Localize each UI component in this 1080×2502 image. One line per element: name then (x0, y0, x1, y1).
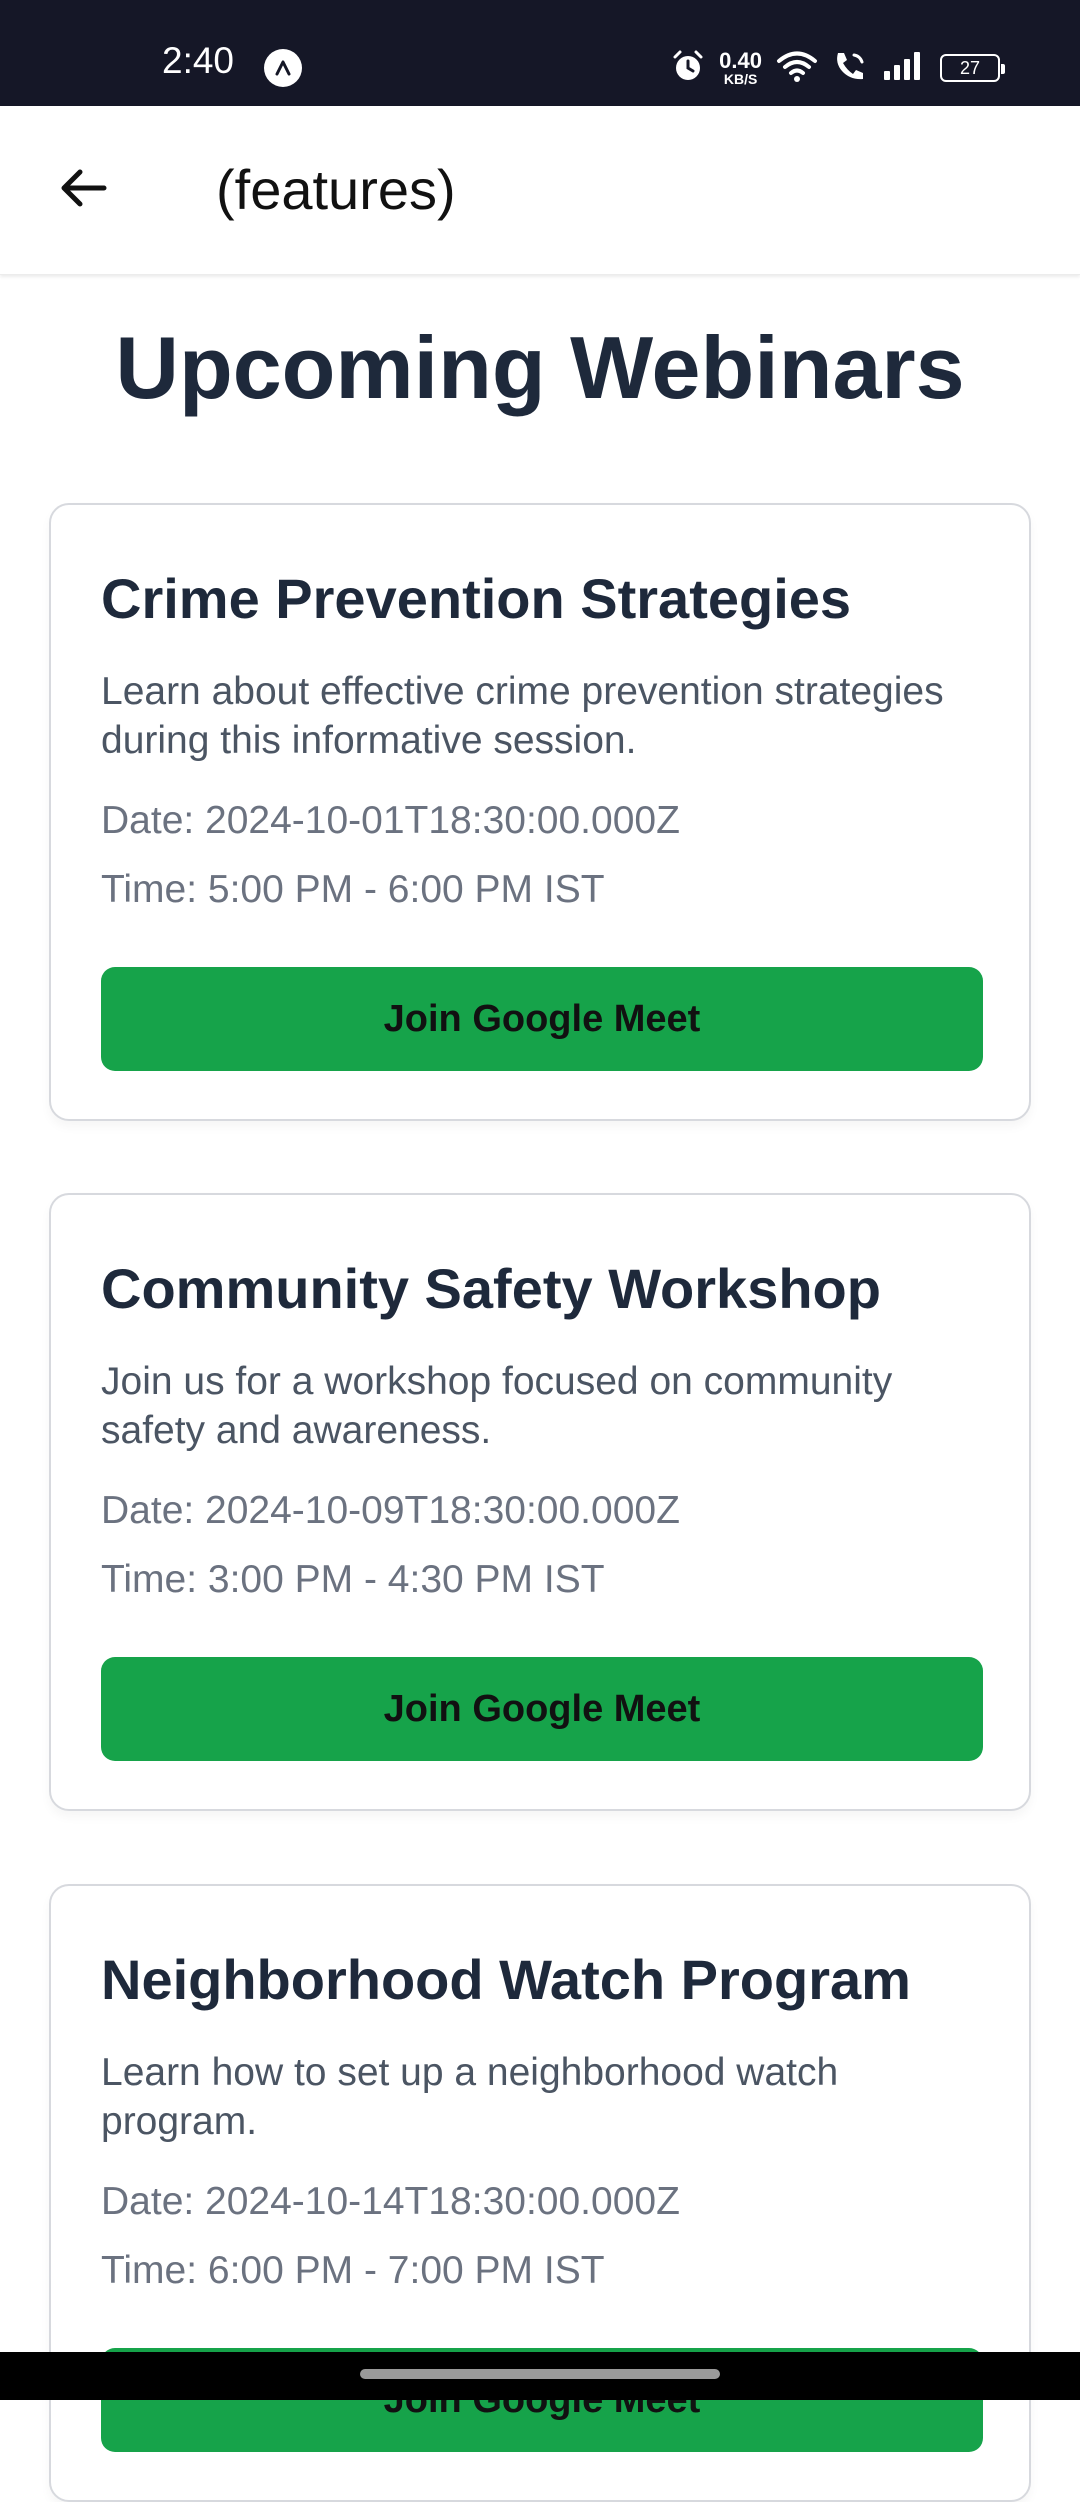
webinar-time: Time: 5:00 PM - 6:00 PM IST (101, 868, 605, 911)
webinar-description: Learn how to set up a neighborhood watch… (101, 2051, 839, 2143)
join-google-meet-button[interactable]: Join Google Meet (101, 1657, 983, 1761)
network-speed: 0.40 KB/S (719, 48, 762, 87)
webinar-date: Date: 2024-10-01T18:30:00.000Z (101, 799, 680, 842)
header-title: (features) (216, 158, 456, 221)
webinar-title: Community Safety Workshop (101, 1257, 881, 1320)
network-speed-value: 0.40 (719, 48, 762, 73)
webinar-date: Date: 2024-10-14T18:30:00.000Z (101, 2180, 680, 2223)
webinar-card: Neighborhood Watch Program Learn how to … (49, 1884, 1031, 2502)
wifi-call-icon (832, 49, 868, 88)
app-header: (features) (0, 106, 1080, 275)
join-google-meet-button[interactable]: Join Google Meet (101, 967, 983, 1071)
battery-level: 27 (959, 57, 981, 78)
webinar-description: Join us for a workshop focused on commun… (101, 1360, 893, 1452)
webinar-title: Neighborhood Watch Program (101, 1948, 911, 2011)
status-icons: 0.40 KB/S 27 (671, 46, 1005, 90)
battery-icon: 27 (940, 54, 1005, 82)
webinar-date: Date: 2024-10-09T18:30:00.000Z (101, 1489, 680, 1532)
alarm-icon (671, 49, 705, 88)
page-title: Upcoming Webinars (115, 318, 965, 417)
system-nav-bar (0, 2352, 1080, 2400)
back-button[interactable] (44, 150, 124, 230)
home-indicator[interactable] (360, 2369, 720, 2379)
webinar-card: Crime Prevention Strategies Learn about … (49, 503, 1031, 1121)
signal-icon (882, 51, 926, 86)
webinar-description: Learn about effective crime prevention s… (101, 670, 944, 762)
status-time: 2:40 (162, 40, 235, 81)
webinar-time: Time: 3:00 PM - 4:30 PM IST (101, 1558, 605, 1601)
wifi-icon (776, 49, 818, 88)
webinar-card: Community Safety Workshop Join us for a … (49, 1193, 1031, 1811)
app-logo-icon (264, 49, 302, 87)
network-speed-unit: KB/S (723, 71, 758, 87)
status-bar: 2:40 0.40 KB/S 27 (0, 0, 1080, 106)
webinar-time: Time: 6:00 PM - 7:00 PM IST (101, 2249, 605, 2292)
arrow-left-icon (56, 160, 112, 221)
webinar-title: Crime Prevention Strategies (101, 567, 852, 630)
